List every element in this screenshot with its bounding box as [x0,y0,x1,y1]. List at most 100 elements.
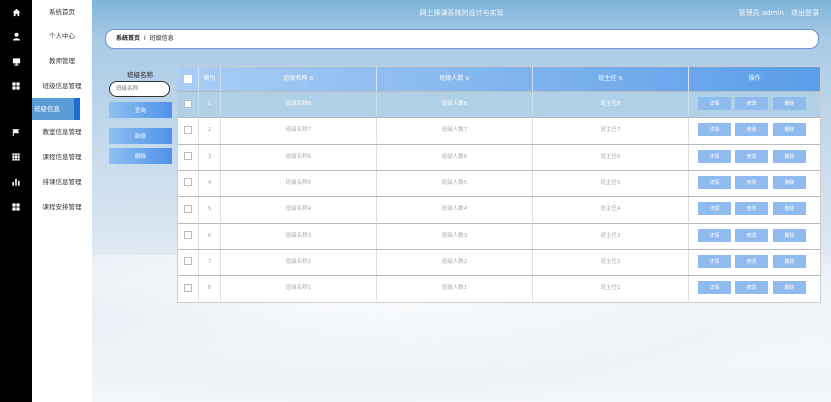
grid-icon [0,195,32,219]
cell-head-teacher: 班主任6 [533,144,689,170]
row-checkbox[interactable] [184,257,192,266]
row-delete-button[interactable]: 删除 [773,281,806,295]
row-select-cell [178,118,199,144]
cell-head-teacher: 班主任7 [533,118,689,144]
cell-head-teacher: 班主任2 [533,249,689,275]
cell-actions: 详情 修改 删除 [689,224,820,249]
sort-icon: ⇅ [465,76,470,82]
edit-button[interactable]: 修改 [735,254,768,268]
flag-icon [0,120,32,144]
detail-button[interactable]: 详情 [698,281,731,295]
top-header: 网上排课系统的设计与实现 管理员 admin 退出登录 [92,0,831,26]
edit-button[interactable]: 修改 [735,281,768,295]
cell-class-count: 班级人数2 [377,249,533,275]
bar-chart-icon [0,170,32,194]
header-head-teacher[interactable]: 班主任 ⇅ [533,67,689,91]
row-checkbox[interactable] [184,231,192,239]
nav-item-arrangement[interactable]: 课程安排管理 [0,195,92,219]
cell-class-count: 班级人数6 [377,144,533,170]
row-delete-button[interactable]: 删除 [773,254,806,268]
nav-item-home[interactable]: 系统首页 [0,0,92,24]
cell-class-name: 班级名称3 [221,223,377,249]
row-delete-button[interactable]: 删除 [773,97,806,110]
sub-nav-class-info[interactable]: 班级信息 [0,98,92,120]
row-checkbox[interactable] [184,125,192,134]
edit-button[interactable]: 修改 [735,175,768,189]
edit-button[interactable]: 修改 [735,149,768,163]
active-marker [74,98,80,120]
row-delete-button[interactable]: 删除 [773,228,806,242]
detail-button[interactable]: 详情 [698,149,731,163]
cell-actions: 详情 修改 删除 [689,92,820,117]
row-select-cell [178,249,199,275]
edit-button[interactable]: 修改 [735,202,768,216]
breadcrumb-trail: 系统首页 Ⅰ 班级信息 [116,30,174,48]
nav-label: 系统首页 [49,8,75,16]
table-header: 索引 班级名称 ⇅ 班级人数 ⇅ 班主任 ⇅ 操作 [178,67,820,91]
detail-button[interactable]: 详情 [698,254,731,268]
select-all-checkbox[interactable] [184,74,192,83]
nav-item-class[interactable]: 班级信息管理 [0,74,92,98]
cell-index: 7 [199,249,221,275]
edit-button[interactable]: 修改 [735,228,768,242]
breadcrumb-current: 班级信息 [149,35,174,42]
row-delete-button[interactable]: 删除 [773,149,806,163]
cell-head-teacher: 班主任5 [533,170,689,196]
row-checkbox[interactable] [184,204,192,213]
nav-item-schedule[interactable]: 排课信息管理 [0,170,92,194]
breadcrumb: 系统首页 Ⅰ 班级信息 [105,29,819,49]
app-title: 网上排课系统的设计与实现 [419,9,504,17]
cell-actions: 详情 修改 删除 [689,145,820,170]
cell-index: 2 [199,118,221,144]
row-checkbox[interactable] [184,283,192,292]
nav-item-teacher[interactable]: 教师管理 [0,49,92,73]
detail-button[interactable]: 详情 [698,97,731,110]
nav-label: 教师管理 [49,57,75,65]
row-checkbox[interactable] [184,152,192,161]
nav-item-course[interactable]: 课程信息管理 [0,145,92,169]
cell-head-teacher: 班主任4 [533,197,689,223]
detail-button[interactable]: 详情 [698,202,731,216]
detail-button[interactable]: 详情 [698,123,731,137]
cell-class-count: 班级人数3 [377,223,533,249]
cell-class-name: 班级名称7 [221,118,377,144]
header-actions: 操作 [748,75,761,82]
data-table: 索引 班级名称 ⇅ 班级人数 ⇅ 班主任 ⇅ 操作 1 班级名称8 班级人数8 班主任8 详情… [177,66,821,303]
select-all-cell [178,67,199,91]
row-delete-button[interactable]: 删除 [773,123,806,137]
nav-item-profile[interactable]: 个人中心 [0,24,92,48]
breadcrumb-home[interactable]: 系统首页 [116,35,140,42]
delete-button[interactable]: 删除 [109,148,172,164]
logout-link[interactable]: 退出登录 [791,9,819,17]
cell-actions: 详情 修改 删除 [689,118,820,143]
header-label: 班级名称 [283,75,308,82]
row-select-cell [178,144,199,170]
edit-button[interactable]: 修改 [735,97,768,110]
search-input[interactable] [109,81,170,97]
row-checkbox[interactable] [184,178,192,187]
edit-button[interactable]: 修改 [735,123,768,137]
detail-button[interactable]: 详情 [698,228,731,242]
table-row: 5 班级名称4 班级人数4 班主任4 详情 修改 删除 [178,196,820,223]
header-class-count[interactable]: 班级人数 ⇅ [377,67,533,91]
nav-label: 排课信息管理 [42,178,82,186]
nav-item-classroom[interactable]: 教室信息管理 [0,120,92,144]
grid-icon [0,74,32,98]
detail-button[interactable]: 详情 [698,175,731,189]
cell-index: 4 [199,170,221,196]
row-select-cell [178,170,199,196]
row-checkbox[interactable] [184,99,192,108]
header-label: 班主任 [598,75,617,82]
monitor-icon [0,49,32,73]
row-delete-button[interactable]: 删除 [773,202,806,216]
user-area: 管理员 admin 退出登录 [734,8,819,18]
header-class-name[interactable]: 班级名称 ⇅ [221,67,377,91]
user-role: 管理员 admin [738,9,784,17]
row-delete-button[interactable]: 删除 [773,175,806,189]
query-button[interactable]: 查询 [109,102,172,118]
add-button[interactable]: 新增 [109,128,172,144]
row-select-cell [178,223,199,249]
cell-class-name: 班级名称2 [221,249,377,275]
sub-nav-label: 班级信息 [32,98,74,120]
cell-actions: 详情 修改 删除 [689,250,820,275]
